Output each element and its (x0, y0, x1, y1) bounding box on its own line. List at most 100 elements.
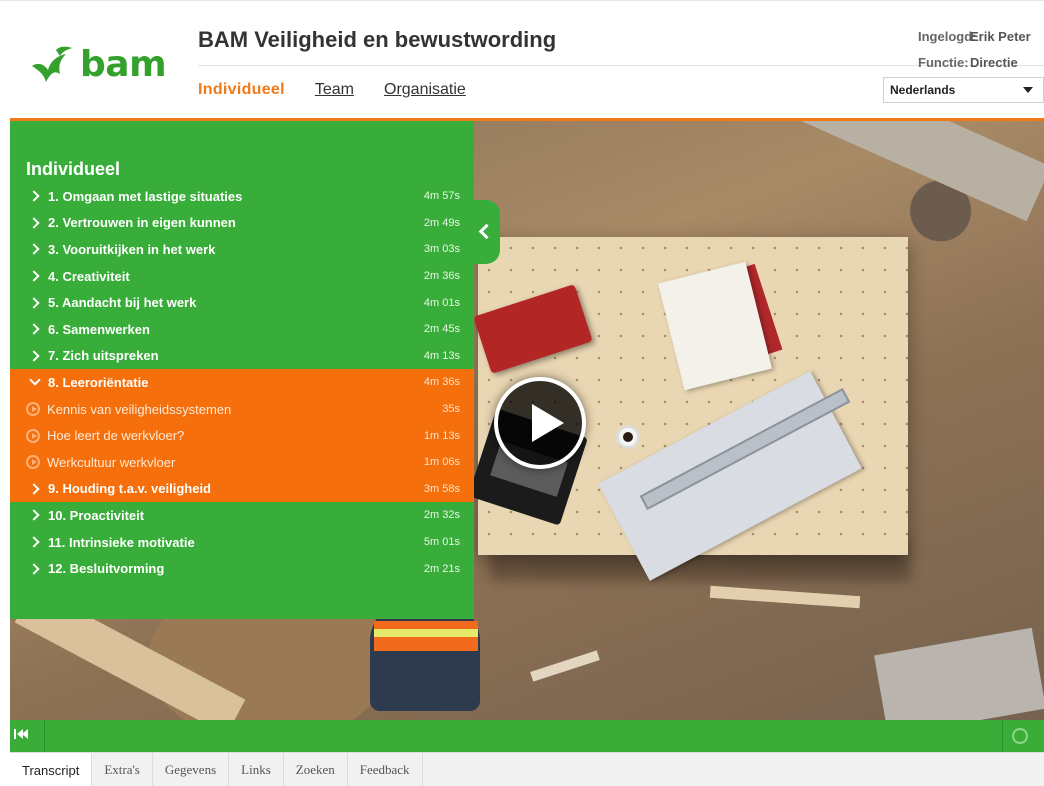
chevron-right-icon (30, 217, 44, 229)
tab-zoeken[interactable]: Zoeken (284, 753, 348, 786)
chevron-right-icon (30, 509, 44, 521)
bam-logo[interactable]: bam (30, 41, 167, 87)
sub-chapter-item[interactable]: Kennis van veiligheidssystemen 35s (10, 395, 474, 423)
chapter-list: 1. Omgaan met lastige situaties 4m 57s 2.… (10, 183, 474, 582)
bam-bird-logo-icon (32, 46, 72, 82)
play-button[interactable] (494, 377, 586, 469)
chevron-right-icon (30, 563, 44, 575)
tab-extras[interactable]: Extra's (92, 753, 153, 786)
main-nav: Individueel Team Organisatie (198, 81, 496, 99)
tab-transcript[interactable]: Transcript (10, 753, 93, 786)
chapter-duration: 4m 57s (423, 190, 460, 203)
chapter-duration: 2m 21s (423, 562, 460, 575)
chapter-label: 8. Leeroriëntatie (48, 374, 149, 390)
skip-back-icon[interactable] (14, 728, 30, 742)
chevron-right-icon (30, 190, 44, 202)
chapter-duration: 4m 01s (423, 296, 460, 309)
logged-in-label: Ingelogd: (918, 28, 977, 44)
chapter-item[interactable]: 1. Omgaan met lastige situaties 4m 57s (10, 183, 474, 210)
chapter-item-active[interactable]: 8. Leeroriëntatie 4m 36s (10, 369, 474, 396)
chapter-duration: 4m 13s (423, 349, 460, 362)
app-header: bam BAM Veiligheid en bewustwording Indi… (0, 0, 1044, 118)
page-title: BAM Veiligheid en bewustwording (198, 27, 557, 52)
nav-team[interactable]: Team (315, 81, 354, 99)
chapter-panel: Individueel 1. Omgaan met lastige situat… (10, 121, 474, 619)
player-controls (10, 720, 1044, 752)
language-select[interactable]: Nederlands (883, 77, 1044, 103)
chapter-label: 4. Creativiteit (48, 268, 130, 284)
chapter-duration: 2m 32s (423, 509, 460, 522)
sub-chapter-duration: 1m 13s (423, 429, 460, 442)
nav-individueel[interactable]: Individueel (198, 81, 285, 99)
nav-organisatie[interactable]: Organisatie (384, 81, 466, 99)
chapter-item[interactable]: 5. Aandacht bij het werk 4m 01s (10, 289, 474, 316)
chevron-right-icon (30, 536, 44, 548)
chapter-label: 5. Aandacht bij het werk (48, 295, 197, 311)
chevron-right-icon (30, 323, 44, 335)
chapter-duration: 2m 45s (423, 323, 460, 336)
chapter-label: 11. Intrinsieke motivatie (48, 534, 195, 550)
scene-vest-stripe (374, 629, 478, 637)
function-label: Functie: (918, 55, 969, 71)
chapter-item[interactable]: 7. Zich uitspreken 4m 13s (10, 343, 474, 370)
language-value: Nederlands (890, 83, 956, 97)
scene-plank (789, 121, 1044, 222)
chapter-label: 3. Vooruitkijken in het werk (48, 241, 216, 257)
chapter-item[interactable]: 12. Besluitvorming 2m 21s (10, 555, 474, 582)
scene-plank (530, 650, 600, 682)
user-info: Ingelogd: Erik Peter Functie: Directie (898, 23, 1044, 76)
play-circle-icon (26, 455, 40, 470)
chapter-item[interactable]: 6. Samenwerken 2m 45s (10, 316, 474, 343)
chapter-duration: 5m 01s (423, 536, 460, 549)
chapter-item[interactable]: 2. Vertrouwen in eigen kunnen 2m 49s (10, 210, 474, 237)
chapter-label: 1. Omgaan met lastige situaties (48, 188, 243, 204)
chapter-item[interactable]: 3. Vooruitkijken in het werk 3m 03s (10, 236, 474, 263)
play-circle-icon (26, 402, 40, 417)
chevron-down-icon (1023, 87, 1033, 93)
controls-divider (44, 720, 45, 752)
controls-divider (1002, 720, 1003, 752)
sub-chapter-duration: 1m 06s (423, 456, 460, 469)
panel-title: Individueel (26, 159, 121, 179)
tab-links[interactable]: Links (229, 753, 284, 786)
chapter-item[interactable]: 11. Intrinsieke motivatie 5m 01s (10, 529, 474, 556)
chapter-label: 2. Vertrouwen in eigen kunnen (48, 215, 236, 231)
chevron-right-icon (30, 243, 44, 255)
collapse-panel-button[interactable] (474, 200, 500, 264)
chapter-duration: 2m 49s (423, 216, 460, 229)
sub-chapter-label: Kennis van veiligheidssystemen (47, 401, 232, 417)
scene-plank (709, 585, 861, 609)
chapter-label: 9. Houding t.a.v. veiligheid (48, 481, 212, 497)
scene-coffee-cup (616, 425, 640, 449)
chevron-right-icon (30, 350, 44, 362)
play-circle-icon (26, 428, 40, 443)
chevron-right-icon (30, 297, 44, 309)
chevron-down-icon (30, 376, 44, 388)
chapter-label: 6. Samenwerken (48, 321, 150, 337)
chevron-right-icon (30, 270, 44, 282)
chapter-duration: 3m 03s (423, 243, 460, 256)
chapter-label: 10. Proactiviteit (48, 507, 145, 523)
loop-icon[interactable] (1012, 728, 1028, 744)
chapter-item[interactable]: 9. Houding t.a.v. veiligheid 3m 58s (10, 475, 474, 503)
chevron-right-icon (30, 483, 44, 495)
logo-text: bam (80, 43, 167, 85)
bottom-tabs: Transcript Extra's Gegevens Links Zoeken… (10, 752, 1044, 786)
scene-bricks (874, 627, 1044, 720)
chapter-label: 7. Zich uitspreken (48, 348, 159, 364)
sub-chapter-item[interactable]: Hoe leert de werkvloer? 1m 13s (10, 422, 474, 449)
chapter-item[interactable]: 10. Proactiviteit 2m 32s (10, 502, 474, 529)
sub-chapter-label: Werkcultuur werkvloer (47, 454, 176, 470)
tab-feedback[interactable]: Feedback (348, 753, 423, 786)
chapter-item[interactable]: 4. Creativiteit 2m 36s (10, 263, 474, 290)
function-value: Directie (970, 55, 1018, 71)
chapter-duration: 2m 36s (423, 270, 460, 283)
tab-gegevens[interactable]: Gegevens (153, 753, 230, 786)
sub-chapter-item[interactable]: Werkcultuur werkvloer 1m 06s (10, 448, 474, 476)
chapter-label: 12. Besluitvorming (48, 561, 165, 577)
sub-chapter-duration: 35s (442, 403, 460, 416)
chapter-duration: 3m 58s (423, 482, 460, 495)
sub-chapter-label: Hoe leert de werkvloer? (47, 428, 185, 444)
logged-in-user: Erik Peter (970, 28, 1031, 44)
chapter-duration: 4m 36s (423, 376, 460, 389)
